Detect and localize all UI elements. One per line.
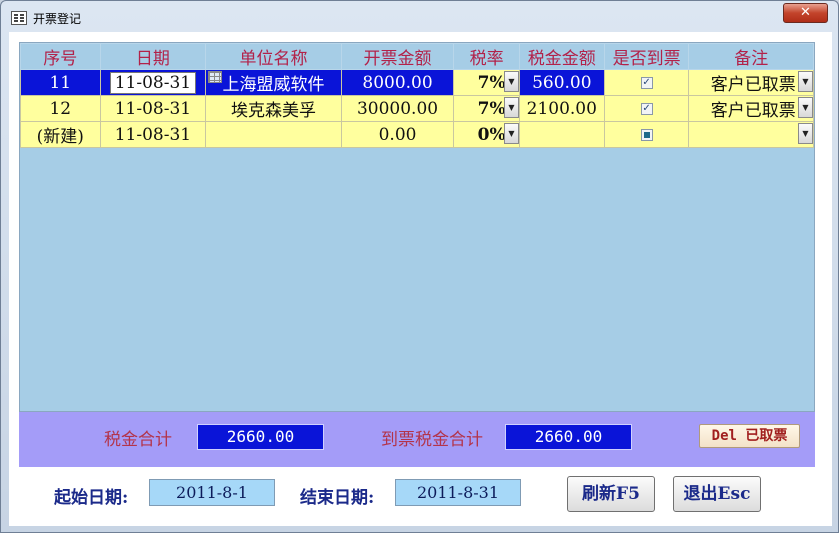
tax-cell[interactable]: 2100.00: [518, 95, 605, 122]
refresh-button[interactable]: 刷新F5: [567, 476, 655, 512]
arrived-tax-total-label: 到票税金合计: [381, 430, 483, 450]
start-date-label: 起始日期:: [54, 488, 129, 508]
dropdown-arrow-icon[interactable]: ▼: [798, 71, 813, 92]
amount-cell[interactable]: 0.00: [340, 121, 455, 148]
records-grid: 序号 日期 单位名称 开票金额 税率 税金金额 是否到票 备注 11 11-08…: [19, 42, 815, 412]
rate-text: 7%: [477, 72, 506, 93]
note-text: 客户已取票: [710, 101, 796, 121]
header-row: 序号 日期 单位名称 开票金额 税率 税金金额 是否到票 备注: [20, 43, 814, 70]
exit-button[interactable]: 退出Esc: [673, 476, 761, 512]
dropdown-arrow-icon[interactable]: ▼: [503, 123, 519, 144]
tax-total-field: 2660.00: [197, 424, 324, 450]
seq-cell[interactable]: (新建): [20, 121, 101, 148]
arrived-cell[interactable]: [603, 121, 690, 148]
table-row[interactable]: 12 11-08-31 埃克森美孚 30000.00 7% ▼ 2100.00 ✓…: [20, 95, 814, 122]
column-header-amount: 开票金额: [340, 43, 455, 70]
records-table: 序号 日期 单位名称 开票金额 税率 税金金额 是否到票 备注 11 11-08…: [20, 43, 814, 148]
arrived-cell[interactable]: ✓: [603, 95, 690, 122]
seq-cell[interactable]: 11: [20, 69, 101, 96]
note-text: 客户已取票: [710, 75, 796, 95]
form-icon: [11, 11, 27, 25]
dropdown-arrow-icon[interactable]: ▼: [798, 97, 813, 118]
rate-text: 0%: [477, 124, 506, 145]
close-button[interactable]: ✕: [783, 3, 828, 23]
column-header-note: 备注: [688, 43, 814, 70]
delete-collected-button[interactable]: Del 已取票: [699, 424, 800, 448]
company-cell[interactable]: [205, 121, 342, 148]
title-bar: 开票登记 ✕: [1, 1, 838, 35]
datasheet-icon: [208, 71, 223, 83]
table-row[interactable]: 11 11-08-31 上海盟威软件 8000.00 7% ▼ 560.00 ✓ …: [20, 69, 814, 96]
app-window: 开票登记 ✕ 序号 日期 单位名称 开票金额 税率 税金金额 是否到票 备注 1…: [0, 0, 839, 533]
date-cell[interactable]: 11-08-31: [99, 121, 207, 148]
dropdown-arrow-icon[interactable]: ▼: [503, 97, 519, 118]
dropdown-arrow-icon[interactable]: ▼: [798, 123, 813, 144]
tax-cell[interactable]: 560.00: [518, 69, 605, 96]
column-header-seq: 序号: [20, 43, 101, 70]
note-combo[interactable]: 客户已取票 ▼: [688, 69, 814, 96]
company-cell[interactable]: 上海盟威软件: [205, 69, 342, 96]
arrived-checkbox[interactable]: [640, 129, 653, 141]
tax-cell[interactable]: [518, 121, 605, 148]
rate-text: 7%: [477, 98, 506, 119]
column-header-rate: 税率: [453, 43, 520, 70]
amount-cell[interactable]: 8000.00: [340, 69, 455, 96]
company-text: 上海盟威软件: [222, 75, 325, 95]
window-title: 开票登记: [33, 12, 82, 26]
tax-total-label: 税金合计: [104, 430, 172, 450]
end-date-field[interactable]: 2011-8-31: [395, 479, 521, 506]
column-header-tax: 税金金额: [518, 43, 605, 70]
seq-cell[interactable]: 12: [20, 95, 101, 122]
dropdown-arrow-icon[interactable]: ▼: [503, 71, 519, 92]
column-header-arrived: 是否到票: [603, 43, 690, 70]
company-cell[interactable]: 埃克森美孚: [205, 95, 342, 122]
note-combo[interactable]: ▼: [688, 121, 814, 148]
date-cell[interactable]: 11-08-31: [99, 95, 207, 122]
new-record-row[interactable]: (新建) 11-08-31 0.00 0% ▼ ▼: [20, 121, 814, 148]
end-date-label: 结束日期:: [300, 488, 375, 508]
amount-cell[interactable]: 30000.00: [340, 95, 455, 122]
rate-combo[interactable]: 0% ▼: [453, 121, 520, 148]
arrived-checkbox[interactable]: ✓: [640, 77, 653, 89]
rate-combo[interactable]: 7% ▼: [453, 69, 520, 96]
date-cell[interactable]: 11-08-31: [99, 69, 207, 96]
column-header-company: 单位名称: [205, 43, 342, 70]
column-header-date: 日期: [99, 43, 207, 70]
arrived-tax-total-field: 2660.00: [505, 424, 632, 450]
start-date-field[interactable]: 2011-8-1: [149, 479, 275, 506]
totals-band: 税金合计 2660.00 到票税金合计 2660.00 Del 已取票: [19, 412, 815, 467]
form-body: 序号 日期 单位名称 开票金额 税率 税金金额 是否到票 备注 11 11-08…: [9, 32, 832, 526]
arrived-cell[interactable]: ✓: [603, 69, 690, 96]
date-edit-field[interactable]: 11-08-31: [109, 71, 197, 94]
note-combo[interactable]: 客户已取票 ▼: [688, 95, 814, 122]
rate-combo[interactable]: 7% ▼: [453, 95, 520, 122]
arrived-checkbox[interactable]: ✓: [640, 103, 653, 115]
